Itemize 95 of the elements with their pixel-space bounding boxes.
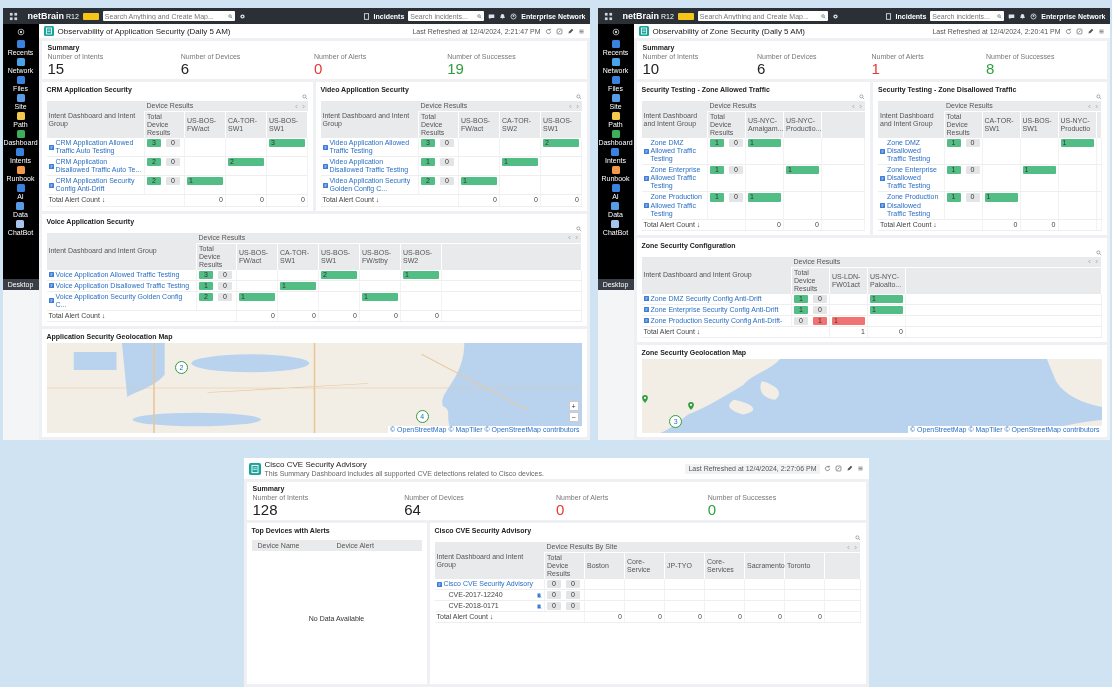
stat-value: 0 (314, 61, 323, 76)
search-icon (820, 13, 826, 19)
edit-icon[interactable] (1075, 27, 1083, 35)
nav-icon[interactable] (611, 166, 620, 174)
dashboard-title: Observability of Zone Security (Daily 5 AM) (652, 26, 805, 36)
gear-icon[interactable] (831, 12, 839, 20)
apps-grid-icon[interactable] (603, 11, 613, 21)
nav-icon[interactable] (611, 130, 620, 138)
edit-icon[interactable] (555, 27, 563, 35)
preview-badge-icon (82, 12, 99, 20)
menu-icon[interactable] (577, 27, 585, 35)
menu-icon[interactable] (1097, 27, 1105, 35)
nav-icon[interactable] (16, 130, 25, 138)
nav-icon[interactable] (611, 184, 620, 192)
dashboard-icon (248, 462, 261, 475)
intent-icon (643, 307, 649, 313)
nav-icon[interactable] (16, 220, 25, 228)
intent-icon (436, 581, 442, 587)
stat-value: 0 (707, 502, 717, 517)
search-icon (477, 13, 483, 19)
nav-icon[interactable] (16, 202, 25, 210)
stat-value: 1 (871, 61, 880, 76)
intent-icon (48, 298, 54, 304)
brush-icon[interactable] (566, 27, 574, 35)
stat-value: 6 (757, 61, 766, 76)
dashboard-title: Observability of Application Security (Daily 5 AM) (57, 26, 231, 36)
chat-icon[interactable] (1008, 12, 1016, 20)
nav-icon[interactable] (611, 202, 620, 210)
menu-icon[interactable] (856, 465, 864, 472)
intent-icon (643, 203, 649, 209)
intent-icon (322, 182, 328, 188)
stat-value: 15 (47, 61, 65, 76)
intent-icon (643, 148, 649, 154)
nav-icon[interactable] (16, 166, 25, 174)
intent-icon (48, 182, 54, 188)
intent-icon (643, 175, 649, 181)
stat-value: 19 (447, 61, 464, 76)
search-icon (997, 13, 1003, 19)
report-icon[interactable] (537, 592, 542, 598)
refresh-icon[interactable] (823, 465, 831, 472)
intent-icon (643, 318, 649, 324)
user-icon[interactable] (1030, 12, 1038, 20)
intent-icon (48, 163, 54, 169)
nav-icon[interactable] (16, 58, 25, 66)
map-pin-icon[interactable] (641, 394, 648, 403)
intent-icon (880, 148, 885, 154)
nav-icon[interactable] (611, 94, 620, 102)
stat-value: 0 (556, 502, 565, 517)
edit-icon[interactable] (834, 465, 842, 472)
preview-badge-icon (677, 12, 694, 20)
search-icon (227, 13, 233, 19)
bell-icon[interactable] (499, 12, 507, 20)
report-icon[interactable] (537, 603, 542, 609)
document-icon[interactable] (362, 12, 370, 20)
bell-icon[interactable] (1019, 12, 1027, 20)
map-pin-icon[interactable] (687, 401, 694, 410)
intent-icon (643, 296, 649, 302)
intent-icon (880, 175, 885, 181)
user-icon[interactable] (510, 12, 518, 20)
brush-icon[interactable] (845, 465, 853, 472)
logo: netBrain (27, 11, 64, 21)
stat-value: 8 (986, 61, 995, 76)
stat-value: 128 (252, 502, 278, 517)
stat-value: 10 (642, 61, 660, 76)
nav-icon[interactable] (16, 112, 25, 120)
nav-icon[interactable] (611, 40, 620, 48)
nav-icon[interactable] (611, 220, 620, 228)
refresh-icon[interactable] (544, 27, 552, 35)
nav-icon[interactable] (611, 76, 620, 84)
chat-icon[interactable] (488, 12, 496, 20)
nav-icon[interactable] (16, 40, 25, 48)
stat-value: 6 (180, 61, 190, 76)
refresh-icon[interactable] (1064, 27, 1072, 35)
nav-icon[interactable] (16, 94, 25, 102)
settings-icon[interactable] (16, 28, 25, 36)
stat-value: 64 (404, 502, 421, 517)
apps-grid-icon[interactable] (8, 11, 18, 21)
intent-icon (322, 144, 328, 150)
nav-icon[interactable] (611, 58, 620, 66)
intent-icon (880, 203, 885, 209)
gear-icon[interactable] (238, 12, 246, 20)
nav-icon[interactable] (16, 76, 25, 84)
brush-icon[interactable] (1086, 27, 1094, 35)
dashboard-title: Cisco CVE Security Advisory (264, 460, 368, 469)
intent-icon (48, 272, 54, 278)
settings-icon[interactable] (611, 28, 620, 36)
intent-icon (48, 144, 54, 150)
nav-icon[interactable] (611, 148, 620, 156)
nav-icon[interactable] (16, 148, 25, 156)
intent-icon (48, 283, 54, 289)
nav-icon[interactable] (16, 184, 25, 192)
logo: netBrain (622, 11, 659, 21)
document-icon[interactable] (884, 12, 892, 20)
nav-icon[interactable] (611, 112, 620, 120)
intent-icon (322, 163, 328, 169)
